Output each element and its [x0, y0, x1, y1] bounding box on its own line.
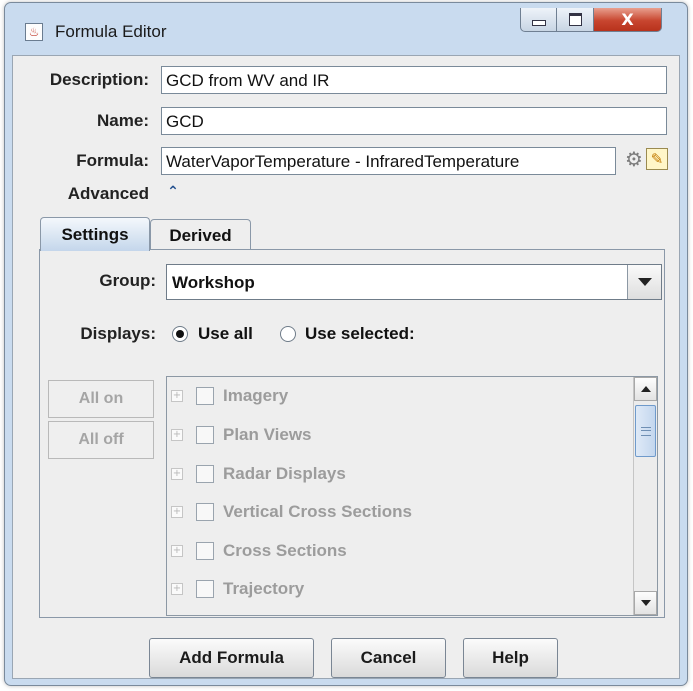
displays-label: Displays: — [80, 324, 156, 343]
window-title: Formula Editor — [55, 22, 167, 41]
minimize-button[interactable] — [520, 8, 557, 32]
display-checkbox[interactable] — [196, 580, 214, 598]
description-label: Description: — [49, 70, 149, 89]
chevron-up-icon — [640, 386, 651, 392]
display-item-label: Vertical Cross Sections — [223, 502, 412, 521]
formula-editor-window: ♨ Formula Editor X Description: GCD from… — [4, 2, 688, 686]
use-selected-label[interactable]: Use selected: — [305, 324, 415, 344]
display-checkbox[interactable] — [196, 426, 214, 444]
chevron-down-icon — [637, 278, 652, 286]
add-formula-button[interactable]: Add Formula — [149, 638, 314, 678]
display-checkbox[interactable] — [196, 542, 214, 560]
display-item-label: Plan Views — [223, 425, 312, 444]
formula-label: Formula: — [76, 151, 149, 170]
scroll-thumb[interactable] — [635, 405, 656, 457]
all-off-button[interactable]: All off — [48, 421, 154, 459]
help-button[interactable]: Help — [463, 638, 558, 678]
chevron-down-icon — [640, 600, 651, 606]
java-cup-icon: ♨ — [25, 23, 43, 41]
expand-icon[interactable]: + — [171, 583, 183, 595]
use-all-label[interactable]: Use all — [198, 324, 253, 344]
dialog-content: Description: GCD from WV and IR Name: GC… — [12, 55, 680, 679]
settings-panel: Group: Workshop Displays: Use all Use se… — [39, 249, 665, 618]
scroll-down-button[interactable] — [634, 591, 657, 615]
gear-icon[interactable]: ⚙ — [623, 147, 645, 171]
display-item-label: Trajectory — [223, 579, 305, 598]
display-checkbox[interactable] — [196, 465, 214, 483]
expand-icon[interactable]: + — [171, 429, 183, 441]
name-input[interactable]: GCD — [161, 107, 667, 135]
close-button[interactable]: X — [594, 8, 662, 32]
list-item[interactable]: + Radar Displays — [167, 461, 627, 491]
displays-tree[interactable]: + Imagery + Plan Views + Radar Displays … — [166, 376, 658, 616]
group-select-arrow[interactable] — [627, 265, 661, 299]
maximize-icon — [568, 13, 582, 26]
description-input[interactable]: GCD from WV and IR — [161, 66, 667, 94]
chevron-up-icon[interactable]: ⌃ — [165, 183, 181, 201]
all-on-button[interactable]: All on — [48, 380, 154, 418]
close-icon: X — [621, 10, 634, 29]
advanced-label[interactable]: Advanced — [25, 184, 149, 204]
list-item[interactable]: + Trajectory — [167, 576, 627, 606]
list-item[interactable]: + Vertical Cross Sections — [167, 499, 627, 529]
grip-icon — [640, 426, 651, 436]
name-label: Name: — [97, 111, 149, 130]
use-selected-radio[interactable] — [280, 326, 296, 342]
group-select[interactable]: Workshop — [166, 264, 662, 300]
expand-icon[interactable]: + — [171, 390, 183, 402]
cancel-button[interactable]: Cancel — [331, 638, 446, 678]
vertical-scrollbar[interactable] — [633, 377, 657, 615]
minimize-icon — [531, 19, 546, 26]
scroll-up-button[interactable] — [634, 377, 657, 401]
group-label: Group: — [99, 271, 156, 290]
expand-icon[interactable]: + — [171, 468, 183, 480]
edit-icon[interactable]: ✎ — [646, 148, 668, 170]
display-item-label: Imagery — [223, 386, 289, 405]
list-item[interactable]: + Imagery — [167, 383, 627, 413]
tab-derived[interactable]: Derived — [150, 219, 251, 251]
expand-icon[interactable]: + — [171, 506, 183, 518]
maximize-button[interactable] — [557, 8, 594, 32]
group-select-value: Workshop — [172, 273, 255, 292]
display-item-label: Cross Sections — [223, 541, 347, 560]
expand-icon[interactable]: + — [171, 545, 183, 557]
use-all-radio[interactable] — [172, 326, 188, 342]
display-checkbox[interactable] — [196, 387, 214, 405]
formula-input[interactable]: WaterVaporTemperature - InfraredTemperat… — [161, 147, 616, 175]
display-checkbox[interactable] — [196, 503, 214, 521]
title-bar[interactable]: ♨ Formula Editor X — [5, 3, 687, 55]
tab-settings[interactable]: Settings — [40, 217, 150, 251]
list-item[interactable]: + Cross Sections — [167, 538, 627, 568]
list-item[interactable]: + Plan Views — [167, 422, 627, 452]
display-item-label: Radar Displays — [223, 464, 346, 483]
